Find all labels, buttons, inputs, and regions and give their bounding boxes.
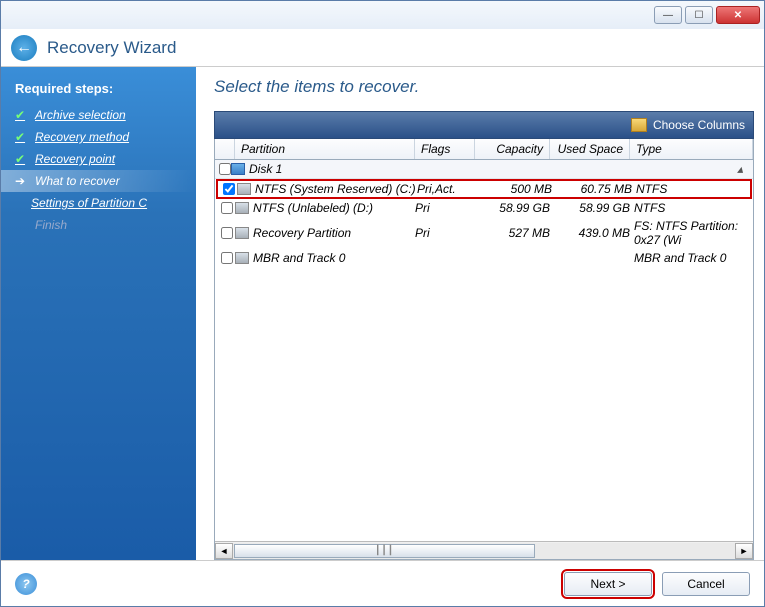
partition-capacity: 500 MB [477, 182, 552, 196]
partition-flags: Pri [415, 201, 475, 215]
partition-flags: Pri,Act. [417, 182, 477, 196]
arrow-right-icon: ➔ [15, 174, 29, 188]
partition-type: NTFS [630, 201, 753, 215]
column-checkbox[interactable] [215, 139, 235, 159]
table-row[interactable]: NTFS (Unlabeled) (D:)Pri58.99 GB58.99 GB… [215, 199, 753, 217]
back-button[interactable]: ← [11, 35, 37, 61]
row-checkbox[interactable] [221, 252, 233, 264]
scroll-right-button[interactable]: ► [735, 543, 753, 559]
choose-columns-button[interactable]: Choose Columns [653, 118, 745, 132]
sidebar-item-recovery-point[interactable]: ✔ Recovery point [1, 148, 196, 170]
columns-icon [631, 118, 647, 132]
check-icon: ✔ [15, 130, 29, 144]
table-row[interactable]: NTFS (System Reserved) (C:)Pri,Act.500 M… [217, 180, 751, 198]
main-panel: Select the items to recover. Choose Colu… [196, 67, 764, 560]
partition-icon [235, 252, 249, 264]
scroll-left-button[interactable]: ◄ [215, 543, 233, 559]
sidebar-item-settings-partition-c[interactable]: Settings of Partition C [1, 192, 196, 214]
partition-icon [235, 202, 249, 214]
column-flags[interactable]: Flags [415, 139, 475, 159]
column-used-space[interactable]: Used Space [550, 139, 630, 159]
scroll-track[interactable]: ┃┃┃ [233, 543, 735, 559]
page-title: Select the items to recover. [214, 77, 754, 97]
partition-used: 439.0 MB [550, 226, 630, 240]
partition-name: Recovery Partition [253, 226, 351, 240]
row-checkbox[interactable] [223, 183, 235, 195]
sidebar-item-recovery-method[interactable]: ✔ Recovery method [1, 126, 196, 148]
check-icon: ✔ [15, 108, 29, 122]
maximize-button[interactable]: ☐ [685, 6, 713, 24]
sidebar-item-finish: Finish [1, 214, 196, 236]
window-title: Recovery Wizard [47, 38, 176, 58]
partition-type: NTFS [632, 182, 751, 196]
window-body: Required steps: ✔ Archive selection ✔ Re… [1, 67, 764, 560]
row-checkbox[interactable] [221, 227, 233, 239]
arrow-left-icon: ← [16, 39, 32, 57]
partition-name: MBR and Track 0 [253, 251, 345, 265]
titlebar: — ☐ ✕ [1, 1, 764, 29]
collapse-icon[interactable]: ▴ [737, 162, 749, 176]
partition-icon [235, 227, 249, 239]
partition-capacity: 527 MB [475, 226, 550, 240]
sidebar-item-label: What to recover [35, 174, 120, 188]
partition-icon [237, 183, 251, 195]
check-icon: ✔ [15, 152, 29, 166]
partition-capacity: 58.99 GB [475, 201, 550, 215]
partition-name: NTFS (System Reserved) (C:) [255, 182, 416, 196]
sidebar: Required steps: ✔ Archive selection ✔ Re… [1, 67, 196, 560]
table-row[interactable]: Recovery Partition Pri527 MB439.0 MBFS: N… [215, 217, 753, 249]
column-partition[interactable]: Partition [235, 139, 415, 159]
help-icon[interactable]: ? [15, 573, 37, 595]
partition-flags: Pri [415, 226, 475, 240]
column-type[interactable]: Type [630, 139, 753, 159]
partition-name: NTFS (Unlabeled) (D:) [253, 201, 373, 215]
recovery-wizard-window: — ☐ ✕ ← Recovery Wizard Required steps: … [0, 0, 765, 607]
scroll-thumb[interactable]: ┃┃┃ [234, 544, 535, 558]
sidebar-item-what-to-recover[interactable]: ➔ What to recover [1, 170, 196, 192]
window-header: ← Recovery Wizard [1, 29, 764, 67]
disk-label: Disk 1 [249, 162, 282, 176]
partition-type: FS: NTFS Partition: 0x27 (Wi [630, 219, 753, 247]
sidebar-header: Required steps: [1, 77, 196, 104]
grid-body: Disk 1 ▴ NTFS (System Reserved) (C:)Pri,… [215, 160, 753, 541]
table-row[interactable]: MBR and Track 0 MBR and Track 0 [215, 249, 753, 267]
sidebar-item-archive-selection[interactable]: ✔ Archive selection [1, 104, 196, 126]
close-button[interactable]: ✕ [716, 6, 760, 24]
partition-grid: Partition Flags Capacity Used Space Type… [214, 139, 754, 560]
column-capacity[interactable]: Capacity [475, 139, 550, 159]
partition-used: 58.99 GB [550, 201, 630, 215]
partition-type: MBR and Track 0 [630, 251, 753, 265]
partition-used: 60.75 MB [552, 182, 632, 196]
disk-row[interactable]: Disk 1 ▴ [215, 160, 753, 179]
next-button[interactable]: Next > [564, 572, 652, 596]
sidebar-item-label: Recovery method [35, 130, 129, 144]
sidebar-item-label: Recovery point [35, 152, 115, 166]
cancel-button[interactable]: Cancel [662, 572, 750, 596]
disk-checkbox[interactable] [219, 163, 231, 175]
sidebar-item-label: Archive selection [35, 108, 126, 122]
footer: ? Next > Cancel [1, 560, 764, 606]
grid-toolbar: Choose Columns [214, 111, 754, 139]
row-checkbox[interactable] [221, 202, 233, 214]
grid-header: Partition Flags Capacity Used Space Type [215, 139, 753, 160]
horizontal-scrollbar[interactable]: ◄ ┃┃┃ ► [215, 541, 753, 559]
minimize-button[interactable]: — [654, 6, 682, 24]
disk-icon [231, 163, 245, 175]
sidebar-item-label: Finish [35, 218, 67, 232]
